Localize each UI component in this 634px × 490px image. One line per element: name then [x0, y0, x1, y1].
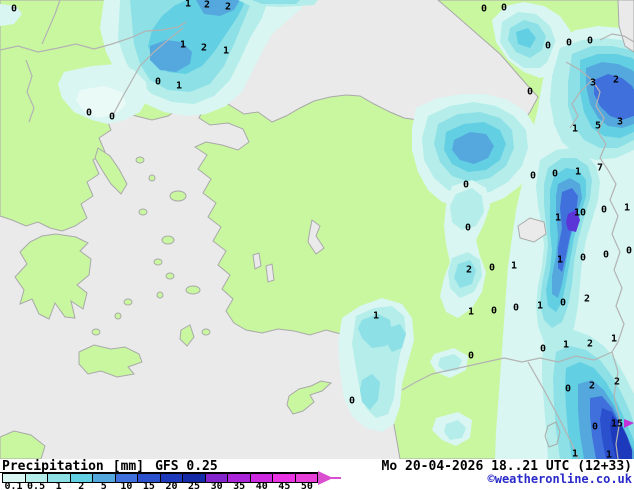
precip-value: 2 — [201, 43, 207, 54]
precip-value: 1 — [557, 255, 563, 266]
precip-value: 1 — [572, 449, 578, 460]
precip-value: 1 — [555, 213, 561, 224]
precip-value: 1 — [611, 334, 617, 345]
precip-value: 0 — [626, 246, 632, 257]
precip-value: 1 — [606, 450, 612, 460]
precip-value: 10 — [574, 208, 586, 219]
precip-value: 0 — [552, 169, 558, 180]
precip-value: 15 — [611, 419, 623, 430]
precip-value: 1 — [223, 46, 229, 57]
precip-value: 0 — [560, 298, 566, 309]
precip-value: 0 — [481, 4, 487, 15]
precip-value: 2 — [589, 381, 595, 392]
precip-value: 1 — [511, 261, 517, 272]
precip-value: 1 — [180, 40, 186, 51]
scale-label-10: 10 — [120, 481, 133, 490]
forecast-map[interactable]: 1 2 2 0 1 2 1 0 1 0 0 0 0 0 0 0 0 3 2 1 5 3 0 0 1 7 0 1 10 0 1 0 1 0 0 0 0 1 2… — [0, 0, 634, 459]
precip-value: 0 — [463, 180, 469, 191]
precip-value: 0 — [489, 263, 495, 274]
precip-value: 3 — [617, 117, 623, 128]
precip-value: 0 — [513, 303, 519, 314]
lake-egirdir — [265, 263, 275, 283]
precip-value: 0 — [587, 36, 593, 47]
scale-label-45: 45 — [278, 481, 291, 490]
precip-value: 1 — [624, 203, 630, 214]
precip-value: 0 — [540, 344, 546, 355]
aegean-island — [91, 328, 101, 336]
precip-value: 2 — [225, 2, 231, 13]
scale-label-20: 20 — [165, 481, 178, 490]
precip-value: 0 — [566, 38, 572, 49]
scale-labels: 0.1 0.5 1 2 5 10 15 20 25 30 35 40 45 50 — [0, 481, 340, 490]
precip-value: 0 — [565, 384, 571, 395]
scale-label-30: 30 — [210, 481, 223, 490]
precip-value: 2 — [614, 377, 620, 388]
precip-value: 0 — [155, 77, 161, 88]
precip-value: 1 — [563, 340, 569, 351]
weather-map-page: 1 2 2 0 1 2 1 0 1 0 0 0 0 0 0 0 0 3 2 1 5 3 0 0 1 7 0 1 10 0 1 0 1 0 0 0 0 1 2… — [0, 0, 634, 490]
precip-value: 2 — [204, 0, 210, 11]
precip-value: 2 — [613, 75, 619, 86]
precip-value: 2 — [466, 265, 472, 276]
aegean-island — [169, 190, 187, 202]
precip-value: 1 — [537, 301, 543, 312]
precip-value: 0 — [545, 41, 551, 52]
lake-beysehir — [252, 252, 262, 270]
precip-value: 0 — [530, 171, 536, 182]
aegean-island — [138, 208, 148, 216]
aegean-island — [201, 328, 211, 336]
precip-value: 0 — [527, 87, 533, 98]
aegean-island — [114, 312, 122, 320]
precip-value: 0 — [592, 422, 598, 433]
aegean-island — [161, 235, 175, 245]
scale-label-0.5: 0.5 — [27, 481, 46, 490]
precip-value: 1 — [185, 0, 191, 10]
precip-value: 2 — [587, 339, 593, 350]
precip-value: 0 — [109, 112, 115, 123]
aegean-island — [123, 298, 133, 306]
scale-label-1: 1 — [55, 481, 62, 490]
scale-label-2: 2 — [78, 481, 85, 490]
aegean-island — [165, 272, 175, 280]
precip-value: 7 — [597, 163, 603, 174]
scale-label-40: 40 — [255, 481, 268, 490]
precip-value: 0 — [349, 396, 355, 407]
scale-label-5: 5 — [100, 481, 107, 490]
scale-label-15: 15 — [142, 481, 155, 490]
precip-value: 0 — [11, 4, 17, 15]
legend-bar: Precipitation [mm] GFS 0.25 0.1 0.5 1 2 5 10 15 2… — [0, 459, 634, 490]
precip-value: 3 — [590, 78, 596, 89]
precip-value: 1 — [468, 307, 474, 318]
aegean-island — [148, 174, 156, 182]
precip-value: 0 — [580, 253, 586, 264]
scale-label-35: 35 — [233, 481, 246, 490]
precip-value: 2 — [584, 294, 590, 305]
precip-value: 0 — [465, 223, 471, 234]
precip-value: 0 — [601, 205, 607, 216]
aegean-island — [185, 285, 201, 295]
precip-value: 1 — [176, 81, 182, 92]
precip-value: 0 — [468, 351, 474, 362]
precip-value: 1 — [373, 311, 379, 322]
map-canvas[interactable]: 1 2 201 2 10 10 00 00 0 003 21 5 30 0 1 701 10 0 101 0 0 00 12… — [0, 0, 634, 459]
precip-value: 0 — [491, 306, 497, 317]
scale-label-25: 25 — [188, 481, 201, 490]
precip-value: 0 — [501, 3, 507, 14]
aegean-island — [135, 156, 145, 164]
scale-label-50: 50 — [300, 481, 313, 490]
precip-value: 5 — [595, 121, 601, 132]
copyright: ©weatheronline.co.uk — [487, 472, 633, 486]
precip-value: 1 — [572, 124, 578, 135]
precip-value: 1 — [575, 167, 581, 178]
scale-label-0.1: 0.1 — [4, 481, 23, 490]
precip-value: 0 — [86, 108, 92, 119]
aegean-island — [156, 291, 164, 299]
aegean-island — [153, 258, 163, 266]
precip-value: 0 — [603, 250, 609, 261]
